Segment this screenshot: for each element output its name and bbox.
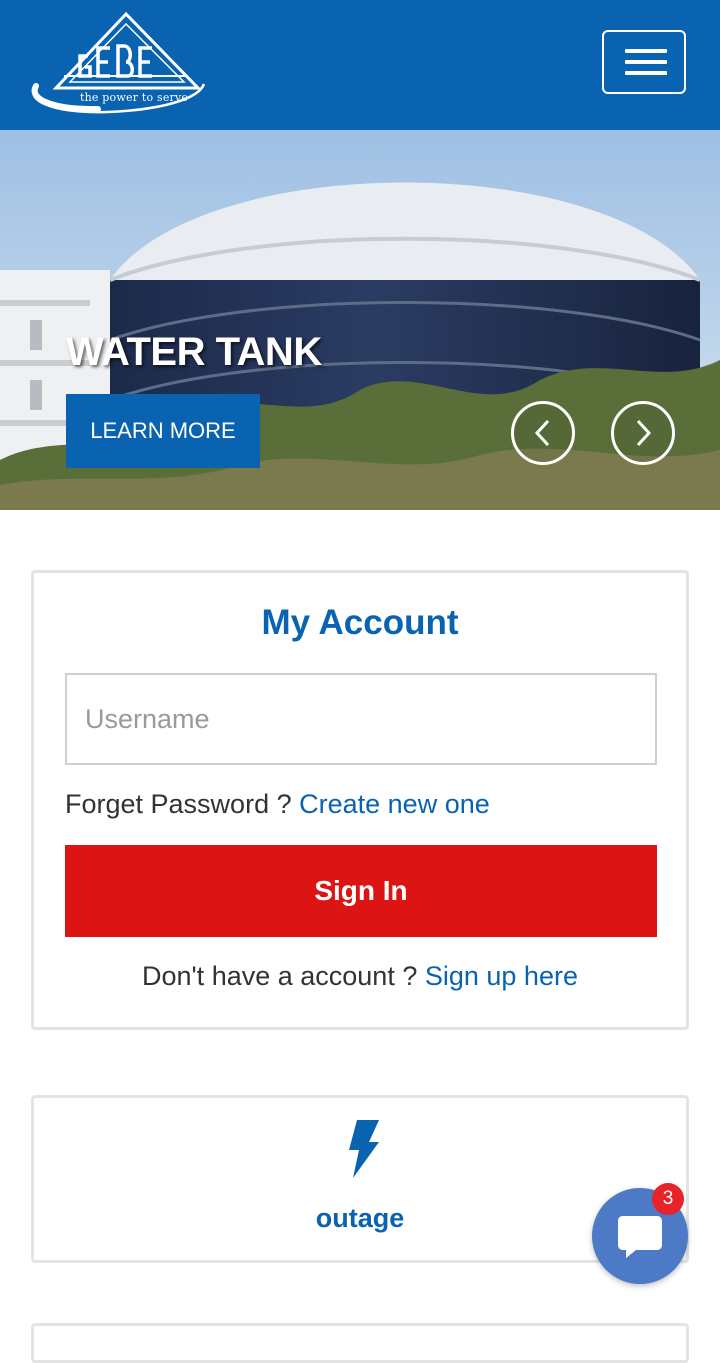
gebe-logo[interactable]: the power to serve [28, 11, 206, 116]
username-input[interactable] [65, 673, 657, 765]
chevron-right-icon [636, 419, 652, 447]
create-new-password-link[interactable]: Create new one [299, 789, 490, 819]
hamburger-icon [625, 49, 667, 53]
sign-up-link[interactable]: Sign up here [425, 961, 578, 991]
carousel-prev-button[interactable] [511, 401, 575, 465]
forget-password-line: Forget Password ? Create new one [65, 789, 490, 820]
hamburger-menu-button[interactable] [602, 30, 686, 94]
carousel-next-button[interactable] [611, 401, 675, 465]
hero-carousel: WATER TANK LEARN MORE [0, 130, 720, 510]
chat-notification-badge: 3 [652, 1183, 684, 1215]
outage-label: outage [315, 1203, 405, 1233]
account-title: My Account [261, 603, 459, 642]
signup-line: Don't have a account ? Sign up here [34, 961, 686, 992]
hamburger-icon-bar [625, 71, 667, 75]
forget-password-text: Forget Password ? [65, 789, 292, 819]
logo-tagline: the power to serve [80, 91, 189, 104]
lightning-bolt-icon [349, 1120, 379, 1178]
hamburger-icon-bar [625, 60, 667, 64]
learn-more-button[interactable]: LEARN MORE [66, 394, 260, 468]
service-card-partial[interactable] [31, 1323, 689, 1363]
sign-in-button[interactable]: Sign In [65, 845, 657, 937]
my-account-card: My Account Forget Password ? Create new … [31, 570, 689, 1030]
chevron-left-icon [534, 419, 550, 447]
no-account-text: Don't have a account ? [142, 961, 418, 991]
hero-title: WATER TANK [66, 330, 322, 374]
site-header: the power to serve [0, 0, 720, 130]
outage-service-card[interactable]: outage [31, 1095, 689, 1263]
